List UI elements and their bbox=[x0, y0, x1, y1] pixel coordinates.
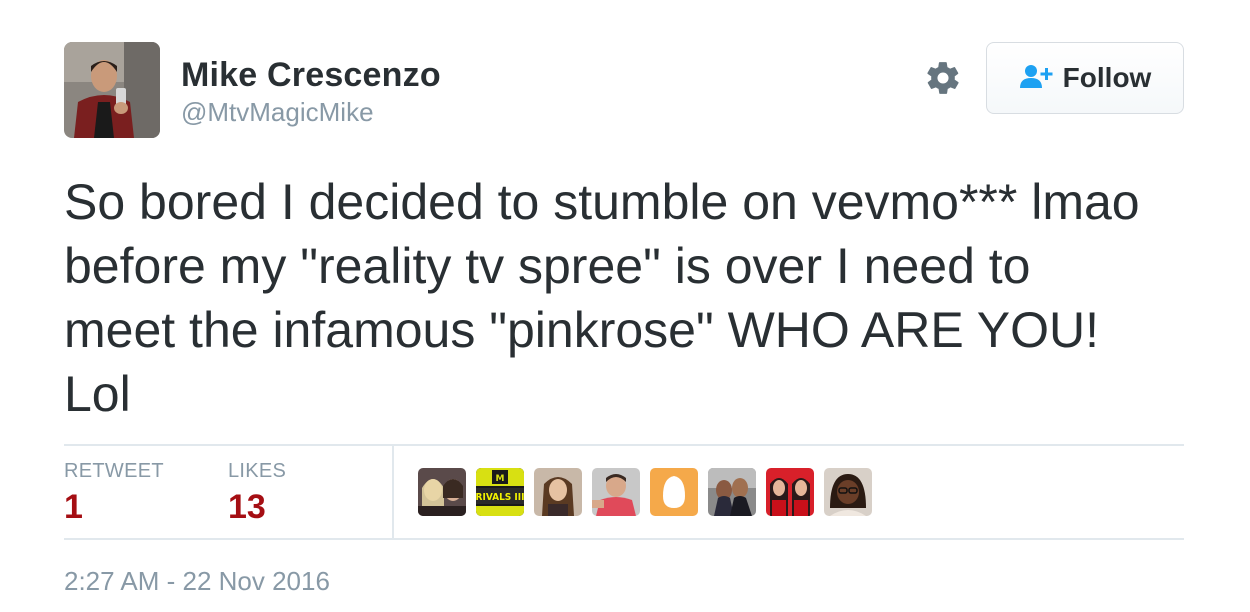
display-name[interactable]: Mike Crescenzo bbox=[181, 56, 441, 95]
liker-avatar-1[interactable] bbox=[418, 468, 466, 516]
tweet-text-line: So bored I decided to stumble on vevmo**… bbox=[64, 174, 1140, 230]
stats-vertical-divider bbox=[392, 446, 394, 538]
stats-top-divider bbox=[64, 444, 1184, 446]
svg-text:M: M bbox=[496, 474, 505, 484]
add-user-icon bbox=[1019, 63, 1053, 94]
tweet-text-line: before my "reality tv spree" is over I n… bbox=[64, 238, 1031, 294]
liker-avatar-6[interactable] bbox=[708, 468, 756, 516]
liker-avatar-7[interactable] bbox=[766, 468, 814, 516]
liker-avatar-3[interactable] bbox=[534, 468, 582, 516]
tweet-text-line: Lol bbox=[64, 366, 131, 422]
timestamp[interactable]: 2:27 AM - 22 Nov 2016 bbox=[64, 566, 330, 597]
likes-label[interactable]: LIKES bbox=[228, 460, 286, 483]
gear-icon[interactable] bbox=[924, 59, 962, 97]
liker-avatar-2[interactable]: M RIVALS III bbox=[476, 468, 524, 516]
liker-avatars: M RIVALS III bbox=[418, 468, 872, 516]
retweet-label[interactable]: RETWEET bbox=[64, 460, 164, 483]
tweet-text: So bored I decided to stumble on vevmo**… bbox=[64, 170, 1194, 426]
screen-name[interactable]: @MtvMagicMike bbox=[181, 97, 374, 128]
retweet-count[interactable]: 1 bbox=[64, 488, 83, 527]
likes-count[interactable]: 13 bbox=[228, 488, 266, 527]
follow-button[interactable]: Follow bbox=[986, 42, 1184, 114]
profile-photo-icon bbox=[64, 42, 160, 138]
liker-avatar-2-text: RIVALS III bbox=[476, 492, 524, 503]
liker-avatar-4[interactable] bbox=[592, 468, 640, 516]
stats-bottom-divider bbox=[64, 538, 1184, 540]
follow-label: Follow bbox=[1062, 62, 1152, 93]
default-egg-avatar[interactable] bbox=[650, 468, 698, 516]
tweet-text-line: meet the infamous "pinkrose" WHO ARE YOU… bbox=[64, 302, 1099, 358]
author-avatar[interactable] bbox=[64, 42, 160, 138]
liker-avatar-8[interactable] bbox=[824, 468, 872, 516]
